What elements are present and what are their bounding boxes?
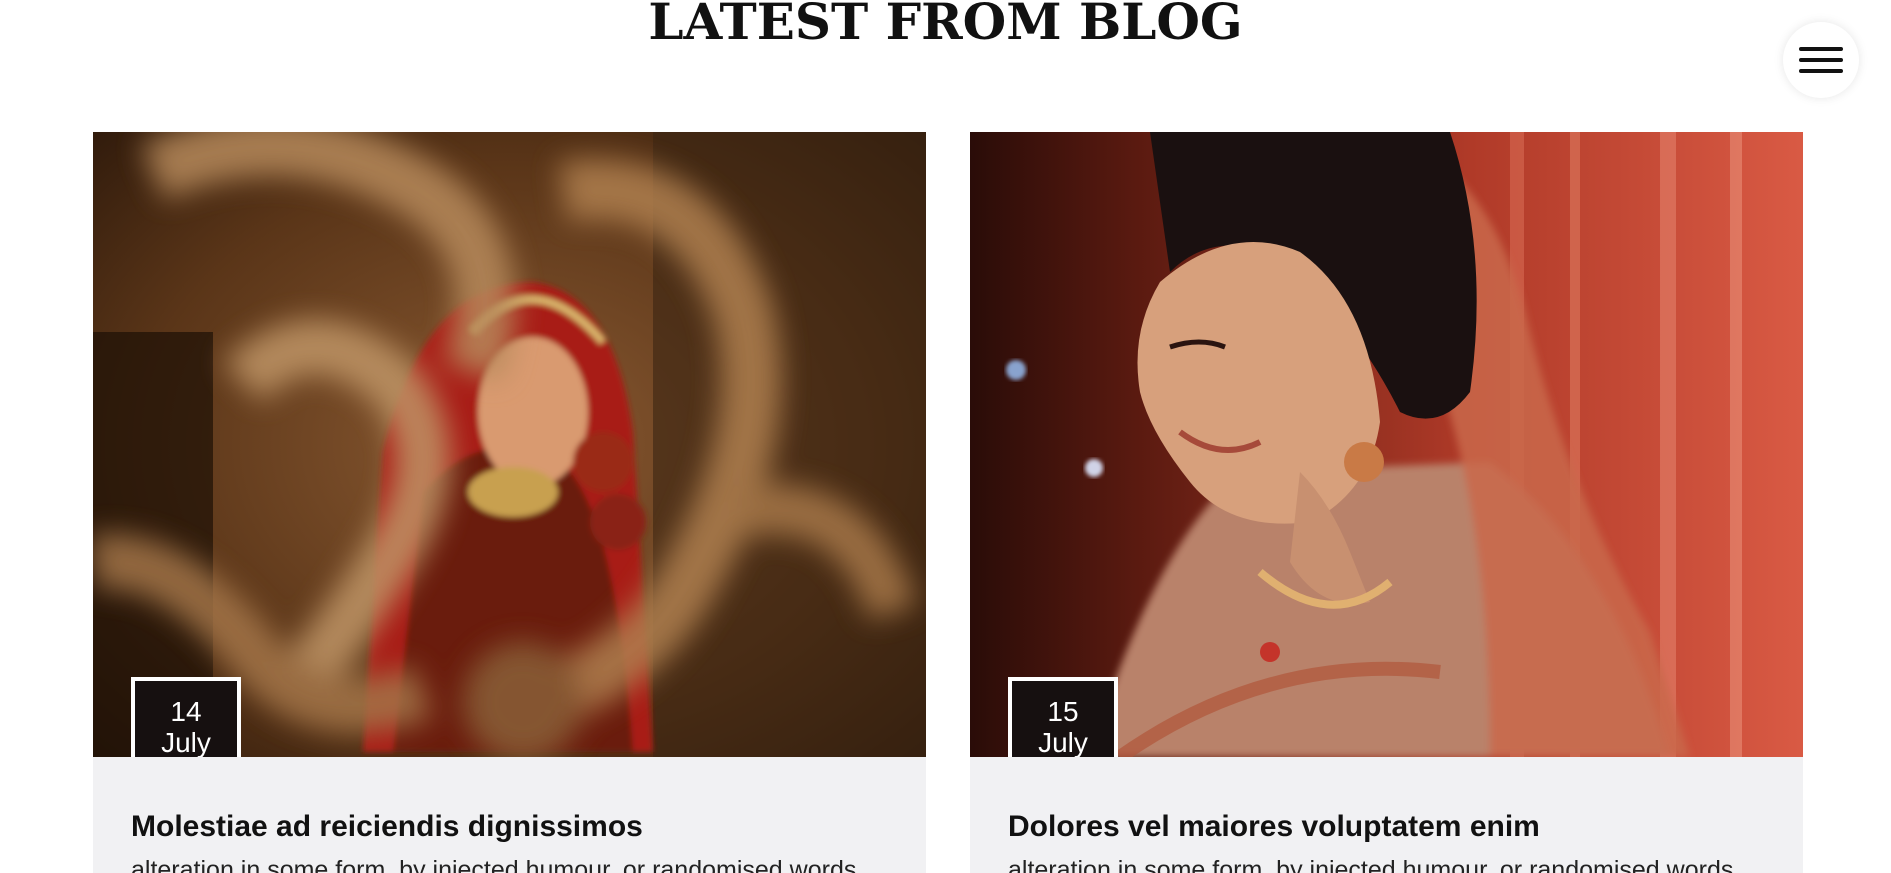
- date-day: 14: [170, 696, 202, 727]
- date-badge: 15 July: [1008, 677, 1118, 757]
- hamburger-line: [1799, 58, 1843, 62]
- hamburger-menu-button[interactable]: [1783, 22, 1859, 98]
- post-excerpt: alteration in some form, by injected hum…: [131, 856, 857, 873]
- bride-photo-1: [93, 132, 926, 757]
- date-badge: 14 July: [131, 677, 241, 757]
- section-title: LATEST FROM BLOG: [648, 0, 1243, 51]
- post-excerpt: alteration in some form, by injected hum…: [1008, 856, 1734, 873]
- date-month: July: [161, 727, 211, 757]
- blog-card[interactable]: 15 July Dolores vel maiores voluptatem e…: [970, 132, 1803, 873]
- date-month: July: [1038, 727, 1088, 757]
- post-title-link[interactable]: Dolores vel maiores voluptatem enim: [1008, 807, 1540, 847]
- blog-card-image[interactable]: 15 July: [970, 132, 1803, 757]
- hamburger-line: [1799, 69, 1843, 73]
- hamburger-menu-icon: [1799, 47, 1843, 51]
- post-title-link[interactable]: Molestiae ad reiciendis dignissimos: [131, 807, 643, 847]
- blog-section: LATEST FROM BLOG 14 July Molestiae ad re…: [0, 0, 1891, 873]
- blog-card[interactable]: 14 July Molestiae ad reiciendis dignissi…: [93, 132, 926, 873]
- bride-photo-2: [970, 132, 1803, 757]
- blog-card-image[interactable]: 14 July: [93, 132, 926, 757]
- date-day: 15: [1047, 696, 1079, 727]
